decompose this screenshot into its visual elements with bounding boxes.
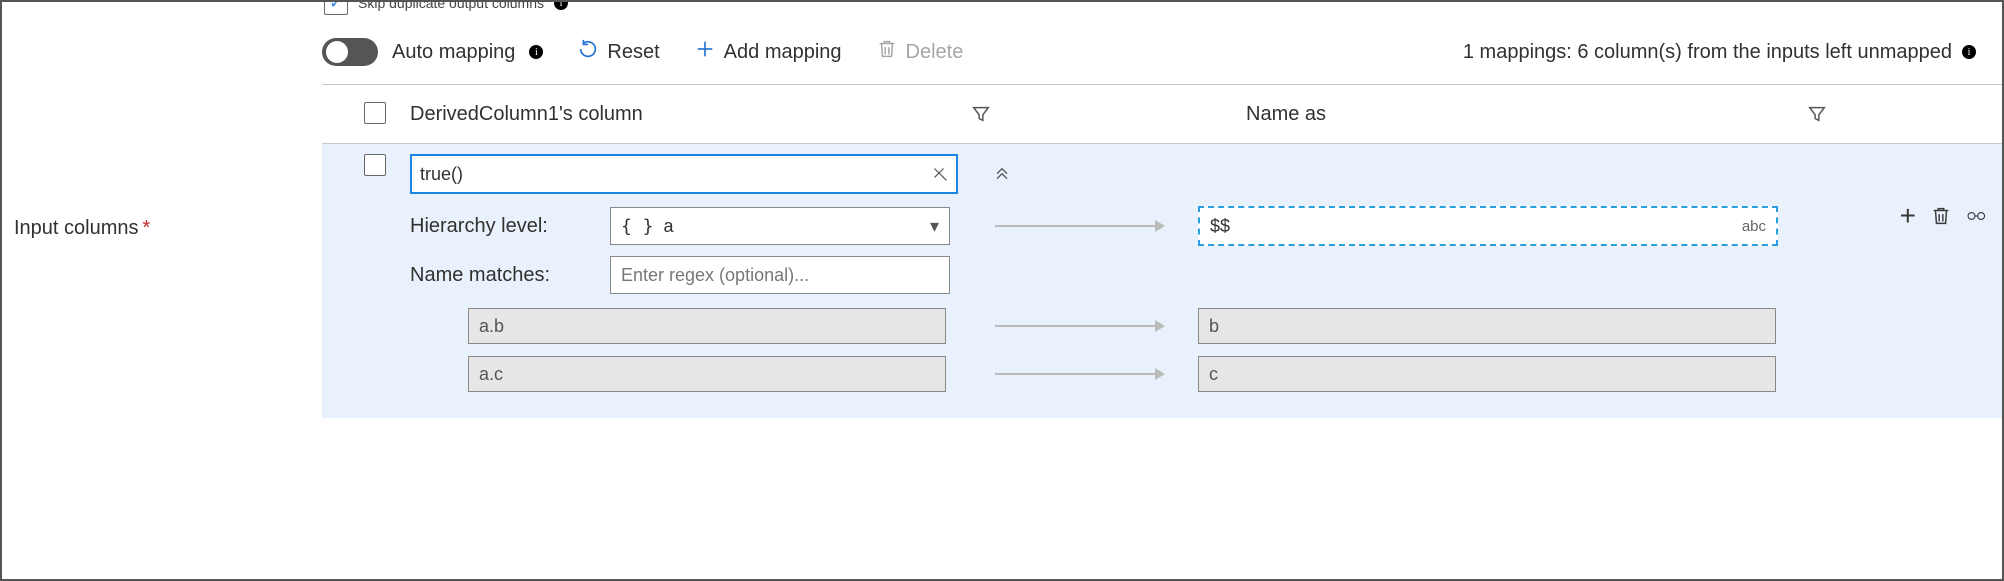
row-checkbox[interactable] (364, 154, 386, 176)
select-all-checkbox[interactable] (364, 102, 386, 124)
hierarchy-value: a (664, 216, 930, 237)
name-matches-label: Name matches: (410, 264, 610, 287)
section-label: Input columns* (2, 217, 150, 239)
source-preview: a.c (468, 356, 946, 392)
delete-row-button[interactable] (1930, 205, 1952, 227)
info-icon[interactable]: i (554, 0, 568, 10)
arrow-icon (995, 217, 1165, 235)
delete-label: Delete (906, 41, 964, 64)
delete-button: Delete (876, 38, 964, 66)
skip-duplicate-label: Skip duplicate output columns (358, 0, 544, 11)
info-icon[interactable]: i (529, 45, 543, 59)
auto-mapping-toggle[interactable] (322, 38, 378, 66)
filter-icon[interactable] (1806, 103, 1846, 125)
add-row-button[interactable]: + (1900, 202, 1916, 230)
braces-icon: { } (621, 216, 654, 237)
arrow-icon (995, 365, 1165, 383)
mapping-sub-row: a.c c (410, 356, 1988, 392)
source-preview: a.b (468, 308, 946, 344)
name-matches-placeholder: Enter regex (optional)... (621, 265, 809, 286)
reset-label: Reset (607, 41, 659, 64)
dest-preview: b (1198, 308, 1776, 344)
filter-icon[interactable] (970, 103, 1010, 125)
arrow-icon (995, 317, 1165, 335)
hierarchy-dropdown[interactable]: { } a ▾ (610, 207, 950, 245)
add-mapping-label: Add mapping (724, 41, 842, 64)
abc-hint: abc (1742, 218, 1766, 235)
hierarchy-label: Hierarchy level: (410, 215, 610, 238)
expression-input[interactable]: true() (410, 154, 958, 194)
collapse-icon[interactable] (992, 162, 1012, 187)
reset-icon (577, 38, 599, 66)
expression-value: true() (420, 164, 930, 185)
mapping-status-text: 1 mappings: 6 column(s) from the inputs … (1463, 41, 1952, 64)
column-header-source: DerivedColumn1's column (410, 103, 970, 126)
plus-icon (694, 38, 716, 66)
name-matches-input[interactable]: Enter regex (optional)... (610, 256, 950, 294)
auto-mapping-label: Auto mapping (392, 41, 515, 64)
name-as-input[interactable]: $$ abc (1198, 206, 1778, 246)
mapping-sub-row: a.b b (410, 308, 1988, 344)
skip-duplicate-checkbox[interactable]: ✓ (324, 0, 348, 15)
info-icon[interactable]: i (1962, 45, 1976, 59)
link-icon[interactable] (1966, 205, 1988, 227)
name-as-value: $$ (1210, 216, 1742, 237)
required-star: * (139, 217, 151, 239)
chevron-down-icon: ▾ (930, 216, 939, 237)
trash-icon (876, 38, 898, 66)
column-header-name-as: Name as (1246, 103, 1806, 126)
reset-button[interactable]: Reset (577, 38, 659, 66)
dest-preview: c (1198, 356, 1776, 392)
section-label-text: Input columns (14, 217, 139, 239)
fx-icon[interactable] (930, 164, 948, 185)
add-mapping-button[interactable]: Add mapping (694, 38, 842, 66)
